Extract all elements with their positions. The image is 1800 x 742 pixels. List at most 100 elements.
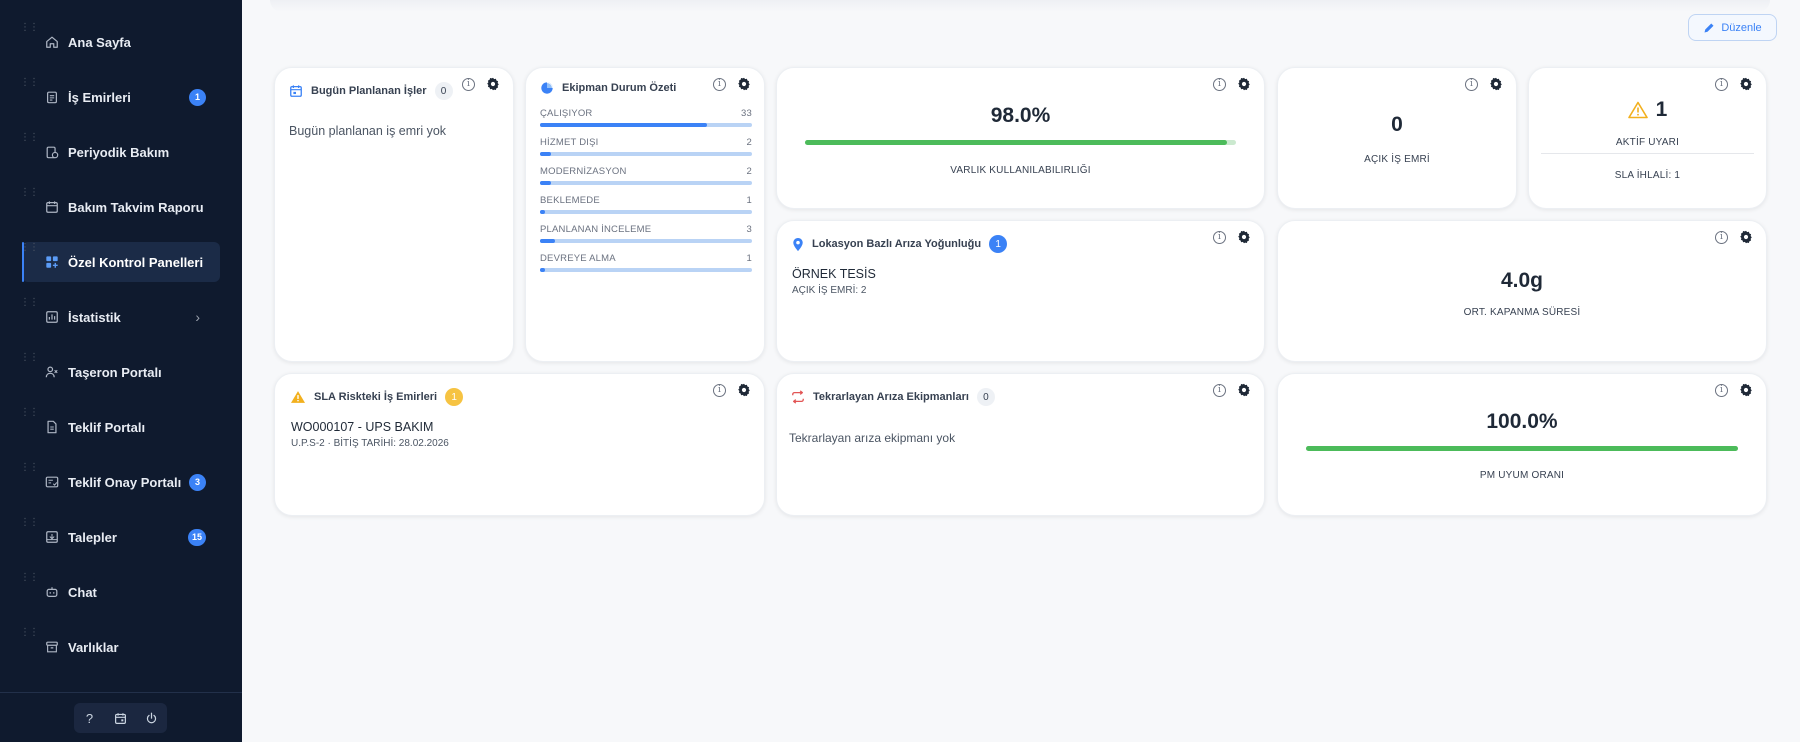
sidebar-item-varliklar[interactable]: ⋮⋮ Varlıklar: [20, 627, 220, 667]
row-value: 1: [746, 195, 752, 206]
gear-icon[interactable]: [1489, 77, 1503, 91]
kpi-value: 98.0%: [990, 104, 1051, 127]
progress-fill: [540, 268, 546, 272]
info-icon[interactable]: i: [1715, 230, 1728, 244]
info-icon[interactable]: i: [1715, 383, 1728, 397]
card-title: Ekipman Durum Özeti: [562, 82, 677, 94]
count-badge: 3: [189, 473, 206, 491]
sidebar-item-label: Özel Kontrol Panelleri: [68, 254, 204, 270]
drag-handle-icon[interactable]: ⋮⋮: [20, 407, 39, 418]
sidebar-item-teklif-portali[interactable]: ⋮⋮ Teklif Portalı: [20, 407, 220, 447]
sidebar-item-teklif-onay-portali[interactable]: ⋮⋮ Teklif Onay Portalı 3: [20, 462, 220, 502]
gear-icon[interactable]: [1237, 383, 1251, 397]
gear-icon[interactable]: [1237, 77, 1251, 91]
location-pin-icon: [793, 237, 803, 251]
drag-handle-icon[interactable]: ⋮⋮: [20, 22, 39, 33]
equipment-status-card: Ekipman Durum Özeti i ÇALIŞIYOR 33 HİZMET…: [525, 67, 765, 362]
drag-handle-icon[interactable]: ⋮⋮: [20, 627, 39, 638]
today-tasks-card: Bugün Planlanan İşler 0 i Bugün planlana…: [274, 67, 514, 362]
help-button[interactable]: ?: [78, 706, 102, 730]
drag-handle-icon[interactable]: ⋮⋮: [20, 187, 39, 198]
equipment-row: PLANLANAN İNCELEME 3: [540, 224, 752, 243]
progress-track: [805, 140, 1236, 145]
gear-icon[interactable]: [1739, 230, 1753, 244]
approval-icon: [44, 474, 60, 490]
equipment-row: DEVREYE ALMA 1: [540, 253, 752, 272]
drag-handle-icon[interactable]: ⋮⋮: [20, 77, 39, 88]
pie-chart-icon: [541, 82, 553, 94]
equipment-row: HİZMET DIŞI 2: [540, 137, 752, 156]
document-icon: [44, 419, 60, 435]
sidebar-item-bakim-takvim-raporu[interactable]: ⋮⋮ Bakım Takvim Raporu: [20, 187, 220, 227]
gear-icon[interactable]: [1237, 230, 1251, 244]
sidebar-item-ana-sayfa[interactable]: ⋮⋮ Ana Sayfa: [20, 22, 220, 62]
drag-handle-icon[interactable]: ⋮⋮: [20, 242, 39, 253]
drag-handle-icon[interactable]: ⋮⋮: [20, 462, 39, 473]
progress-fill: [540, 123, 708, 127]
divider: [1541, 153, 1754, 154]
kpi-value: 1: [1655, 98, 1668, 121]
gear-icon[interactable]: [1739, 383, 1753, 397]
pm-compliance-card: i 100.0% PM UYUM ORANI: [1277, 373, 1767, 516]
drag-handle-icon[interactable]: ⋮⋮: [20, 517, 39, 528]
info-icon[interactable]: i: [462, 77, 475, 91]
edit-button-label: Düzenle: [1721, 21, 1762, 34]
sla-risk-card: SLA Riskteki İş Emirleri 1 i WO000107 - …: [274, 373, 765, 516]
sidebar-item-ozel-kontrol-panelleri[interactable]: ⋮⋮ Özel Kontrol Panelleri: [20, 242, 220, 282]
sidebar-footer: ?: [0, 692, 242, 742]
progress-track: [540, 210, 752, 214]
sidebar-item-label: Periyodik Bakım: [68, 144, 170, 160]
count-badge: 15: [187, 528, 206, 546]
sidebar-item-taseron-portali[interactable]: ⋮⋮ Taşeron Portalı: [20, 352, 220, 392]
info-icon[interactable]: i: [713, 383, 726, 397]
drag-handle-icon[interactable]: ⋮⋮: [20, 297, 39, 308]
row-label: BEKLEMEDE: [540, 195, 600, 206]
drag-handle-icon[interactable]: ⋮⋮: [20, 352, 39, 363]
kpi-label: PM UYUM ORANI: [1479, 470, 1565, 481]
gear-icon[interactable]: [737, 77, 751, 91]
info-icon[interactable]: i: [1213, 383, 1226, 397]
work-order-title[interactable]: WO000107 - UPS BAKIM: [291, 420, 433, 434]
drag-handle-icon[interactable]: ⋮⋮: [20, 132, 39, 143]
row-label: MODERNİZASYON: [540, 166, 627, 177]
row-value: 2: [746, 137, 752, 148]
asset-availability-card: i 98.0% VARLIK KULLANILABILIRLIĞI: [776, 67, 1265, 209]
sidebar-item-label: Talepler: [68, 529, 117, 545]
card-title: Tekrarlayan Arıza Ekipmanları: [813, 391, 969, 403]
power-button[interactable]: [140, 706, 164, 730]
row-label: HİZMET DIŞI: [540, 137, 599, 148]
kpi-label: AKTİF UYARI: [1615, 137, 1680, 148]
power-icon: [146, 712, 157, 723]
top-panel-edge: [270, 0, 1770, 12]
info-icon[interactable]: i: [713, 77, 726, 91]
recurring-failure-card: Tekrarlayan Arıza Ekipmanları 0 i Tekrar…: [776, 373, 1265, 516]
location-name[interactable]: ÖRNEK TESİS: [792, 267, 876, 281]
calendar-button[interactable]: [109, 706, 133, 730]
progress-track: [540, 123, 752, 127]
warning-icon: [1627, 101, 1648, 119]
sidebar-item-label: Bakım Takvim Raporu: [68, 199, 204, 215]
sidebar-item-periyodik-bakim[interactable]: ⋮⋮ Periyodik Bakım: [20, 132, 220, 172]
progress-fill: [540, 152, 551, 156]
info-icon[interactable]: i: [1213, 77, 1226, 91]
progress-track: [540, 181, 752, 185]
clipboard-icon: [44, 89, 60, 105]
count-badge: 1: [189, 88, 206, 106]
sidebar-item-is-emirleri[interactable]: ⋮⋮ İş Emirleri 1: [20, 77, 220, 117]
sidebar-item-talepler[interactable]: ⋮⋮ Talepler 15: [20, 517, 220, 557]
chevron-right-icon[interactable]: ›: [195, 309, 200, 325]
equipment-row: ÇALIŞIYOR 33: [540, 108, 752, 127]
sidebar-item-label: Varlıklar: [68, 639, 119, 655]
drag-handle-icon[interactable]: ⋮⋮: [20, 572, 39, 583]
sidebar-item-chat[interactable]: ⋮⋮ Chat: [20, 572, 220, 612]
info-icon[interactable]: i: [1715, 77, 1728, 91]
sidebar-item-istatistik[interactable]: ⋮⋮ İstatistik ›: [20, 297, 220, 337]
edit-button[interactable]: Düzenle: [1688, 14, 1777, 41]
gear-icon[interactable]: [486, 77, 500, 91]
progress-fill: [805, 140, 1228, 145]
calendar-icon: [290, 85, 302, 97]
gear-icon[interactable]: [737, 383, 751, 397]
gear-icon[interactable]: [1739, 77, 1753, 91]
info-icon[interactable]: i: [1465, 77, 1478, 91]
info-icon[interactable]: i: [1213, 230, 1226, 244]
